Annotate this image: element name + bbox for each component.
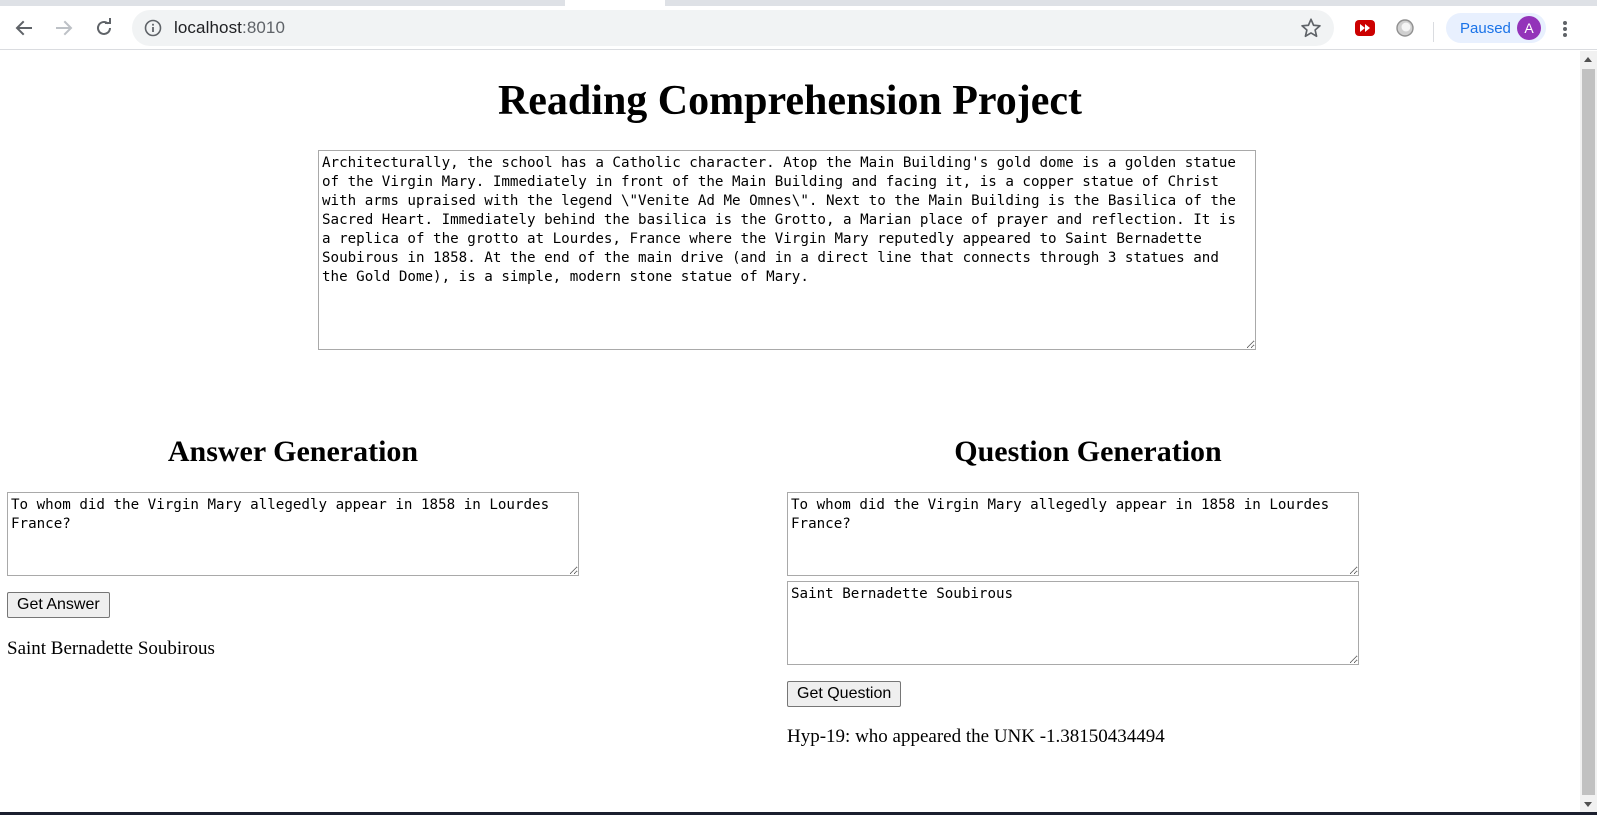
address-bar[interactable]: localhost:8010 [132,10,1334,46]
kebab-menu-icon[interactable] [1558,20,1572,38]
answer-result: Saint Bernadette Soubirous [7,638,215,659]
url-host: localhost [174,18,242,37]
browser-toolbar: localhost:8010 Paused A [0,6,1597,50]
forward-button[interactable] [50,14,78,42]
url-text[interactable]: localhost:8010 [174,18,285,38]
page-title: Reading Comprehension Project [497,78,1083,124]
profile-button[interactable]: Paused A [1446,13,1546,43]
answer-input-textarea[interactable]: Saint Bernadette Soubirous [787,581,1359,665]
page-content: Reading Comprehension Project Architectu… [0,51,1580,813]
youtube-extension-icon[interactable] [1354,19,1376,37]
get-answer-button[interactable]: Get Answer [7,592,110,618]
answer-question-textarea[interactable]: To whom did the Virgin Mary allegedly ap… [7,492,579,576]
question-generation-heading: Question Generation [954,435,1222,468]
avatar: A [1517,16,1541,40]
circle-extension-icon[interactable] [1395,18,1415,38]
get-question-button[interactable]: Get Question [787,681,902,707]
answer-generation-heading: Answer Generation [167,435,419,468]
arrow-right-icon [56,20,73,36]
question-result: Hyp-19: who appeared the UNK -1.38150434… [787,726,1165,747]
reload-icon [97,18,111,35]
question-context-textarea[interactable]: To whom did the Virgin Mary allegedly ap… [787,492,1359,576]
star-icon[interactable] [1300,17,1322,39]
scrollbar-thumb[interactable] [1582,69,1595,795]
page-scrollbar[interactable] [1580,51,1597,813]
scroll-up-icon[interactable] [1584,57,1592,62]
back-button[interactable] [10,14,38,42]
toolbar-separator [1433,22,1434,42]
info-icon[interactable] [144,19,162,37]
url-port: :8010 [242,18,286,37]
scroll-down-icon[interactable] [1584,802,1592,807]
reload-button[interactable] [90,14,118,42]
arrow-left-icon [15,20,32,36]
passage-textarea[interactable]: Architecturally, the school has a Cathol… [318,150,1256,350]
profile-status: Paused [1460,19,1511,37]
